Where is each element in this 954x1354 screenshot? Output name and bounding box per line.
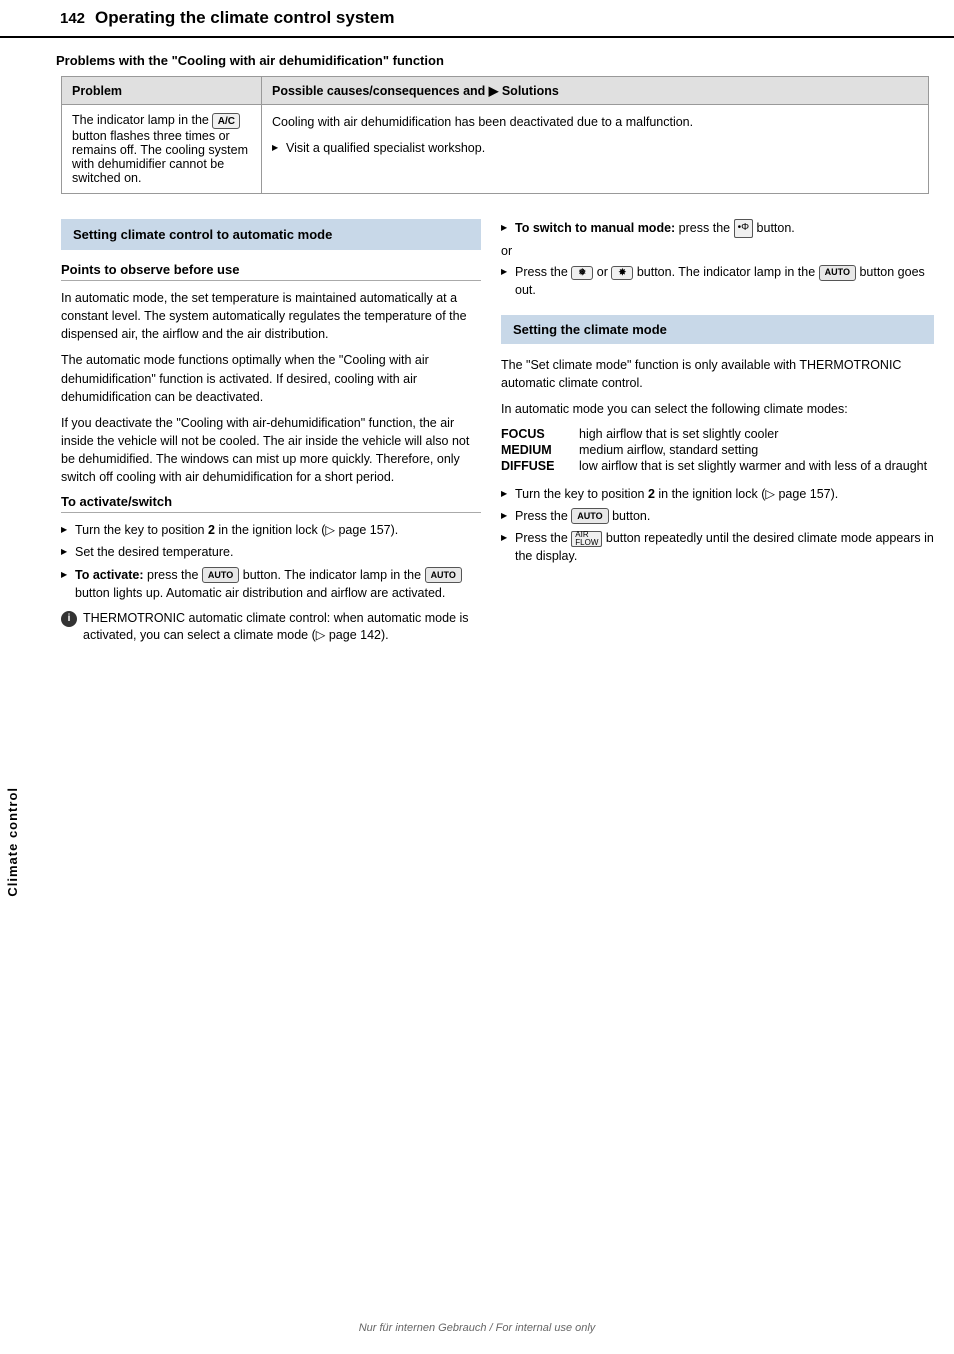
activate-list: Turn the key to position 2 in the igniti…: [61, 521, 481, 602]
solutions-cell: Cooling with air dehumidification has be…: [262, 105, 929, 194]
solution-list: Visit a qualified specialist workshop.: [272, 139, 918, 157]
subheading-activate: To activate/switch: [61, 494, 481, 513]
problem-cell: The indicator lamp in the A/C button fla…: [62, 105, 262, 194]
auto-button-inline3: AUTO: [819, 265, 856, 281]
climate-steps-list: Turn the key to position 2 in the igniti…: [501, 485, 934, 566]
auto-button-inline2: AUTO: [425, 567, 462, 583]
climate-modes: FOCUS high airflow that is set slightly …: [501, 427, 934, 473]
climate-para1: The "Set climate mode" function is only …: [501, 356, 934, 392]
side-label: Climate control: [5, 787, 20, 897]
info-icon: i: [61, 611, 77, 627]
activate-item-2: Set the desired temperature.: [61, 543, 481, 561]
climate-mode-heading-box: Setting the climate mode: [501, 315, 934, 344]
climate-step-1: Turn the key to position 2 in the igniti…: [501, 485, 934, 503]
content-area: Problems with the "Cooling with air dehu…: [0, 38, 954, 668]
mode-label-diffuse: DIFFUSE: [501, 459, 571, 473]
page-header: 142 Operating the climate control system: [0, 0, 954, 38]
table-row: The indicator lamp in the A/C button fla…: [62, 105, 929, 194]
manual-item-1: To switch to manual mode: press the •Φ​ …: [501, 219, 934, 238]
right-column: To switch to manual mode: press the •Φ​ …: [501, 219, 934, 653]
col2-header: Possible causes/consequences and ▶ Solut…: [262, 77, 929, 105]
problems-section: Problems with the "Cooling with air dehu…: [56, 53, 934, 194]
page-footer: Nur für internen Gebrauch / For internal…: [0, 1322, 954, 1334]
col1-header: Problem: [62, 77, 262, 105]
subheading-points: Points to observe before use: [61, 262, 481, 281]
side-label-container: Climate control: [0, 380, 24, 1304]
main-heading-box: Setting climate control to automatic mod…: [61, 219, 481, 250]
problems-table: Problem Possible causes/consequences and…: [61, 76, 929, 194]
page-number: 142: [60, 10, 85, 27]
two-col-layout: Setting climate control to automatic mod…: [35, 219, 934, 653]
mode-desc-focus: high airflow that is set slightly cooler: [579, 427, 934, 441]
manual-mode-button: •Φ​: [734, 219, 753, 238]
info-note: i THERMOTRONIC automatic climate control…: [61, 610, 481, 645]
info-text: THERMOTRONIC automatic climate control: …: [83, 610, 481, 645]
climate-mode-heading: Setting the climate mode: [513, 322, 667, 337]
mode-desc-diffuse: low airflow that is set slightly warmer …: [579, 459, 934, 473]
climate-para2: In automatic mode you can select the fol…: [501, 400, 934, 418]
problems-heading: Problems with the "Cooling with air dehu…: [56, 53, 934, 68]
footer-text: Nur für internen Gebrauch / For internal…: [359, 1322, 596, 1334]
auto-button-inline: AUTO: [202, 567, 239, 583]
mode-label-focus: FOCUS: [501, 427, 571, 441]
climate-step-3: Press the AIRFLOW button repeatedly unti…: [501, 529, 934, 565]
solution-item: Visit a qualified specialist workshop.: [272, 139, 918, 157]
mode-label-medium: MEDIUM: [501, 443, 571, 457]
ac-button: A/C: [212, 113, 240, 129]
problem-text: The indicator lamp in the A/C button fla…: [72, 113, 248, 185]
solution-text-1: Cooling with air dehumidification has be…: [272, 113, 918, 131]
manual-alt-list: Press the ❅ or ✸ button. The indicator l…: [501, 263, 934, 299]
page-title: Operating the climate control system: [95, 8, 394, 28]
activate-item-1: Turn the key to position 2 in the igniti…: [61, 521, 481, 539]
para1: In automatic mode, the set temperature i…: [61, 289, 481, 343]
para3: If you deactivate the "Cooling with air-…: [61, 414, 481, 487]
snow-button: ❅: [571, 266, 593, 280]
para2: The automatic mode functions optimally w…: [61, 351, 481, 405]
activate-item-3: To activate: press the AUTO button. The …: [61, 566, 481, 602]
mode-desc-medium: medium airflow, standard setting: [579, 443, 934, 457]
airflow-button: AIRFLOW: [571, 531, 602, 547]
main-heading: Setting climate control to automatic mod…: [73, 227, 332, 242]
or-text: or: [501, 244, 934, 258]
auto-button-inline4: AUTO: [571, 508, 608, 524]
climate-step-2: Press the AUTO button.: [501, 507, 934, 525]
left-column: Setting climate control to automatic mod…: [61, 219, 481, 653]
manual-alt-item: Press the ❅ or ✸ button. The indicator l…: [501, 263, 934, 299]
fan-button: ✸: [611, 266, 633, 280]
manual-mode-list: To switch to manual mode: press the •Φ​ …: [501, 219, 934, 238]
